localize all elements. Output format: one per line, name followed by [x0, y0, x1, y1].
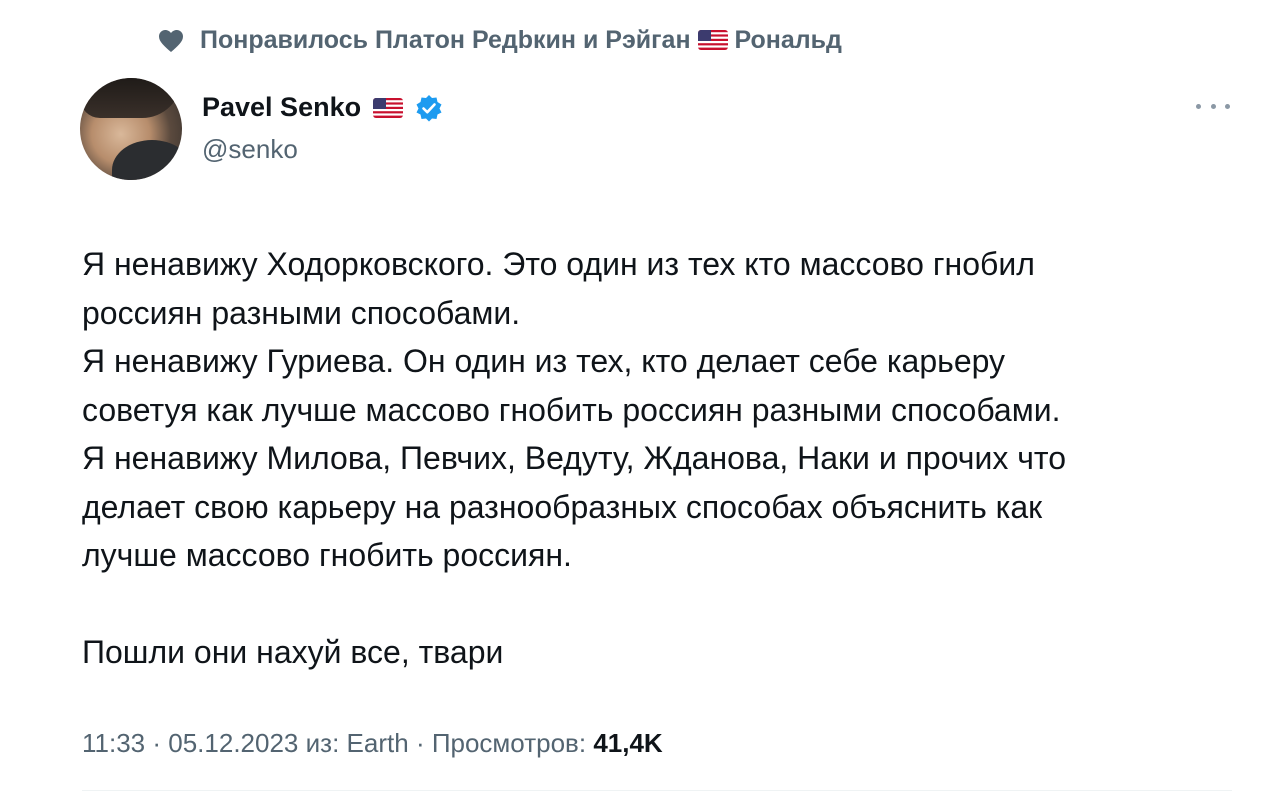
tweet-line: лучше массово гнобить россиян. — [82, 537, 572, 573]
more-dot-icon — [1210, 103, 1216, 109]
us-flag-icon — [373, 97, 404, 118]
tweet-line: Я ненавижу Милова, Певчих, Ведуту, Ждано… — [82, 440, 1066, 476]
views-label: Просмотров: — [431, 728, 587, 758]
tweet-meta: 11:33 · 05.12.2023 из: Earth · Просмотро… — [82, 728, 663, 759]
author-handle[interactable]: @senko — [202, 134, 298, 165]
views-count[interactable]: 41,4K — [593, 728, 662, 758]
tweet-line: Я ненавижу Ходорковского. Это один из те… — [82, 246, 1035, 282]
author-name[interactable]: Pavel Senko — [202, 92, 361, 123]
source-prefix: из: — [305, 728, 340, 758]
avatar-shoulder — [112, 140, 182, 180]
tweet-source: Earth — [346, 728, 409, 758]
divider — [82, 790, 1232, 791]
social-context-suffix: Рональд — [734, 26, 842, 54]
tweet-text: Я ненавижу Ходорковского. Это один из те… — [82, 240, 1222, 677]
tweet-line: Я ненавижу Гуриева. Он один из тех, кто … — [82, 343, 1006, 379]
heart-icon — [159, 29, 183, 52]
more-dot-icon — [1225, 103, 1230, 109]
more-options-button[interactable] — [1196, 96, 1230, 116]
meta-separator: · — [415, 728, 432, 758]
social-context-text: Понравилось Платон Редbкин и Рэйган — [200, 26, 691, 54]
social-context[interactable]: Понравилось Платон Редbкин и Рэйган Рона… — [158, 26, 842, 55]
meta-separator: · — [152, 728, 169, 758]
tweet-line: россиян разными способами. — [82, 294, 521, 331]
tweet-time[interactable]: 11:33 — [82, 728, 145, 758]
tweet-closing-line: Пошли они нахуй все, твари — [82, 634, 504, 670]
author-name-row[interactable]: Pavel Senko — [202, 92, 443, 123]
tweet-line: советуя как лучше массово гнобить россия… — [82, 391, 1061, 428]
tweet-line: делает свою карьеру на разнообразных спо… — [82, 488, 1043, 525]
tweet-date[interactable]: 05.12.2023 — [168, 728, 298, 758]
more-dot-icon — [1196, 103, 1201, 109]
verified-badge-icon[interactable] — [415, 94, 443, 122]
us-flag-icon — [697, 30, 728, 50]
avatar-hair — [80, 78, 182, 118]
avatar[interactable] — [80, 78, 182, 180]
